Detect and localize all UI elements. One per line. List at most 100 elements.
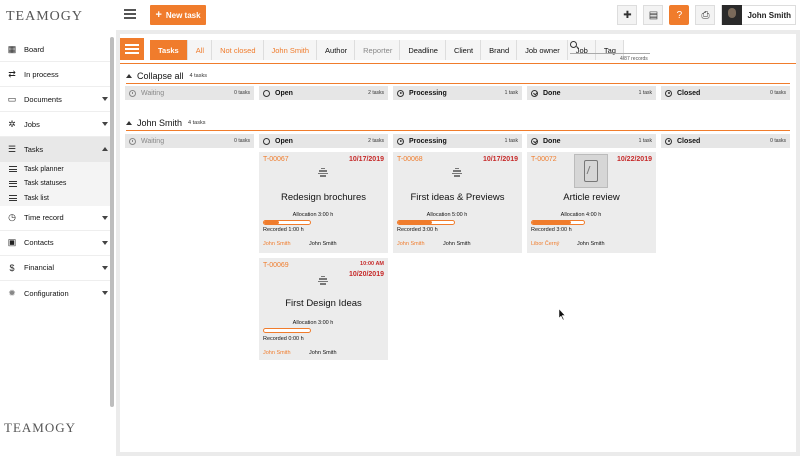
task-owner[interactable]: John Smith bbox=[263, 350, 291, 356]
sidebar-item-documents[interactable]: ▭ Documents bbox=[0, 87, 114, 112]
sidebar-item-tasks[interactable]: ☰ Tasks bbox=[0, 137, 114, 162]
task-id[interactable]: T-00069 bbox=[263, 262, 289, 269]
user-menu[interactable]: John Smith bbox=[721, 5, 796, 25]
crumb-brand[interactable]: Brand bbox=[481, 40, 518, 60]
print-button[interactable]: ⎙ bbox=[695, 5, 716, 25]
collapse-all-toggle[interactable]: Collapse all 4 tasks bbox=[126, 70, 207, 82]
status-label: Processing bbox=[409, 89, 447, 97]
menu-toggle-icon[interactable] bbox=[124, 9, 136, 19]
sidebar-subitem-label: Task statuses bbox=[24, 180, 67, 188]
plus-icon: + bbox=[155, 9, 162, 21]
task-assignee: John Smith bbox=[577, 241, 605, 247]
status-count: 0 tasks bbox=[234, 90, 250, 96]
task-deadline: 10/17/2019 bbox=[348, 156, 384, 163]
task-owner[interactable]: John Smith bbox=[397, 241, 425, 247]
breadcrumb: Tasks All Not closed John Smith Author R… bbox=[150, 40, 624, 60]
sidebar-item-label: Contacts bbox=[24, 238, 54, 247]
sidebar-subitem-task-planner[interactable]: Task planner bbox=[0, 162, 114, 177]
sidebar-item-jobs[interactable]: ✲ Jobs bbox=[0, 112, 114, 137]
task-card[interactable]: T-00067 10/17/2019 Redesign brochures Al… bbox=[259, 152, 388, 253]
crumb-deadline[interactable]: Deadline bbox=[400, 40, 446, 60]
task-board-panel: Tasks All Not closed John Smith Author R… bbox=[120, 34, 796, 452]
group-toggle-john-smith[interactable]: John Smith 4 tasks bbox=[126, 117, 205, 129]
task-allocation: Allocation 5:00 h bbox=[426, 212, 468, 218]
status-count: 1 task bbox=[638, 138, 652, 144]
task-thumbnail[interactable] bbox=[574, 154, 608, 188]
sidebar-scrollbar[interactable] bbox=[110, 37, 114, 407]
allocation-progress-fill bbox=[398, 221, 432, 224]
sidebar-item-financial[interactable]: $ Financial bbox=[0, 256, 114, 281]
sidebar-item-label: Documents bbox=[24, 94, 62, 104]
task-id[interactable]: T-00068 bbox=[397, 156, 423, 163]
search-input[interactable] bbox=[570, 40, 650, 54]
status-label: Closed bbox=[677, 89, 701, 97]
chevron-down-icon bbox=[102, 265, 108, 270]
crumb-john-smith[interactable]: John Smith bbox=[263, 40, 318, 60]
task-image-placeholder-icon bbox=[451, 166, 463, 178]
board-view-icon[interactable] bbox=[120, 38, 144, 60]
list-icon bbox=[9, 195, 17, 202]
check-icon bbox=[531, 137, 538, 145]
crumb-not-closed[interactable]: Not closed bbox=[212, 40, 264, 60]
avatar bbox=[722, 5, 743, 25]
allocation-progress-fill bbox=[264, 221, 280, 224]
logo[interactable]: TEAMOGY bbox=[4, 4, 82, 28]
crumb-all[interactable]: All bbox=[187, 40, 213, 60]
status-column-processing: Processing 1 task bbox=[393, 134, 522, 148]
tasks-icon: ☰ bbox=[7, 144, 17, 154]
task-id[interactable]: T-00067 bbox=[263, 156, 289, 163]
task-recorded: Recorded 0:00 h bbox=[263, 336, 304, 342]
crumb-client[interactable]: Client bbox=[445, 40, 482, 60]
task-recorded: Recorded 3:00 h bbox=[397, 227, 438, 233]
crumb-tasks[interactable]: Tasks bbox=[150, 40, 188, 60]
sidebar-item-time-record[interactable]: ◷ Time record bbox=[0, 206, 114, 231]
crumb-job-owner[interactable]: Job owner bbox=[517, 40, 568, 60]
new-task-button[interactable]: + New task bbox=[150, 5, 206, 25]
crumb-author[interactable]: Author bbox=[317, 40, 356, 60]
sidebar-item-in-process[interactable]: ⇄ In process bbox=[0, 62, 114, 87]
status-count: 0 tasks bbox=[770, 90, 786, 96]
sidebar-item-board[interactable]: ▦ Board bbox=[0, 37, 114, 62]
sidebar-subitem-task-list[interactable]: Task list bbox=[0, 191, 114, 206]
flow-icon: ⇄ bbox=[8, 68, 16, 79]
sidebar-item-label: Financial bbox=[24, 263, 55, 272]
allocation-progress-bar bbox=[397, 220, 455, 225]
status-column-open: Open 2 tasks bbox=[259, 134, 388, 148]
notes-button[interactable]: ▤ bbox=[643, 5, 664, 25]
task-assignee: John Smith bbox=[309, 350, 337, 356]
main-area: Tasks All Not closed John Smith Author R… bbox=[116, 30, 800, 456]
sidebar-item-configuration[interactable]: ✹ Configuration bbox=[0, 281, 114, 306]
new-task-label: New task bbox=[165, 10, 201, 20]
status-count: 0 tasks bbox=[770, 138, 786, 144]
status-label: Closed bbox=[677, 137, 701, 145]
group-count: 4 tasks bbox=[188, 120, 206, 126]
mouse-cursor-icon bbox=[559, 309, 566, 320]
status-column-done: Done 1 task bbox=[527, 134, 656, 148]
play-icon bbox=[397, 89, 404, 97]
crumb-reporter[interactable]: Reporter bbox=[355, 40, 401, 60]
task-recorded: Recorded 3:00 h bbox=[531, 227, 572, 233]
task-card[interactable]: T-00072 10/22/2019 Article review Alloca… bbox=[527, 152, 656, 253]
task-owner[interactable]: John Smith bbox=[263, 241, 291, 247]
dollar-icon: $ bbox=[9, 262, 15, 273]
task-title: First ideas & Previews bbox=[410, 192, 505, 203]
task-card[interactable]: T-00069 10:00 AM 10/20/2019 First Design… bbox=[259, 258, 388, 360]
sidebar-subitem-label: Task planner bbox=[24, 165, 64, 173]
plus-icon: ✚ bbox=[623, 9, 632, 21]
sidebar-item-contacts[interactable]: ▣ Contacts bbox=[0, 231, 114, 256]
status-label: Waiting bbox=[141, 89, 165, 97]
check-icon bbox=[531, 89, 538, 97]
chevron-down-icon bbox=[102, 97, 108, 101]
status-column-closed: Closed 0 tasks bbox=[661, 134, 790, 148]
sidebar-item-label: In process bbox=[24, 69, 59, 79]
task-owner[interactable]: Libor Černý bbox=[531, 241, 559, 247]
help-button[interactable]: ? bbox=[669, 5, 690, 25]
sidebar-subitem-task-statuses[interactable]: Task statuses bbox=[0, 176, 114, 191]
task-card[interactable]: T-00068 10/17/2019 First ideas & Preview… bbox=[393, 152, 522, 253]
gears-icon: ✲ bbox=[8, 118, 16, 129]
task-id[interactable]: T-00072 bbox=[531, 156, 557, 163]
notes-icon: ▤ bbox=[648, 9, 659, 21]
contacts-icon: ▣ bbox=[7, 237, 17, 247]
add-button[interactable]: ✚ bbox=[617, 5, 638, 25]
chevron-up-icon bbox=[102, 147, 108, 151]
